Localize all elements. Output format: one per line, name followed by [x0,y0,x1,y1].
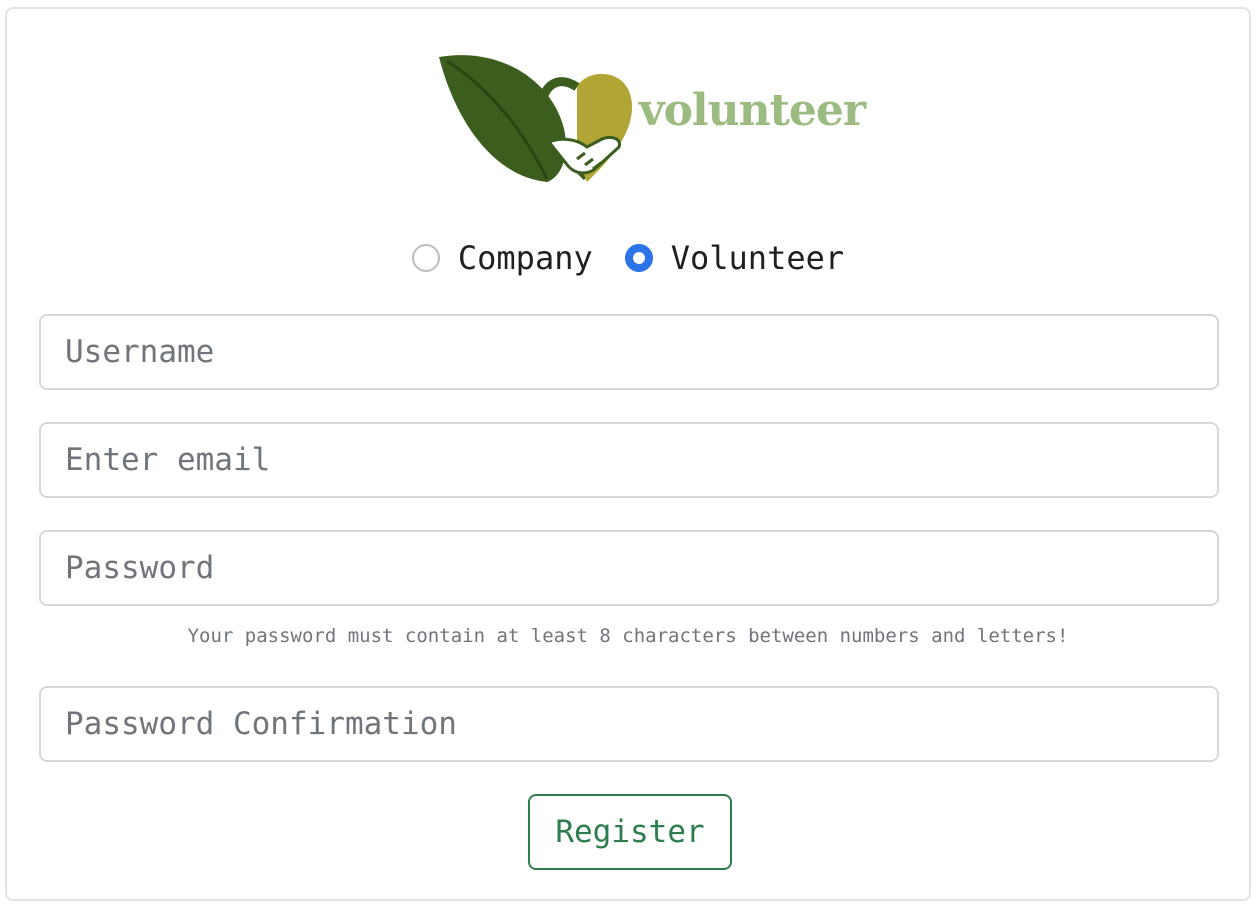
register-button[interactable]: Register [528,794,732,870]
company-label: Company [457,239,593,277]
volunteer-label: Volunteer [670,239,845,277]
password-hint: Your password must contain at least 8 ch… [187,625,1069,647]
logo-wordmark: volunteer [639,85,866,136]
username-input[interactable] [39,314,1219,390]
radio-option-company[interactable]: Company [411,239,593,277]
account-type-selector: Company Volunteer [7,239,1249,277]
register-card: volunteer Company Volunteer Your passwor… [5,7,1251,901]
password-confirmation-input[interactable] [39,686,1219,762]
volunteer-radio[interactable] [624,244,653,272]
password-input[interactable] [39,530,1219,606]
company-radio[interactable] [411,244,440,272]
radio-option-volunteer[interactable]: Volunteer [624,239,845,277]
volunteer-logo: volunteer [437,47,866,187]
email-input[interactable] [39,422,1219,498]
